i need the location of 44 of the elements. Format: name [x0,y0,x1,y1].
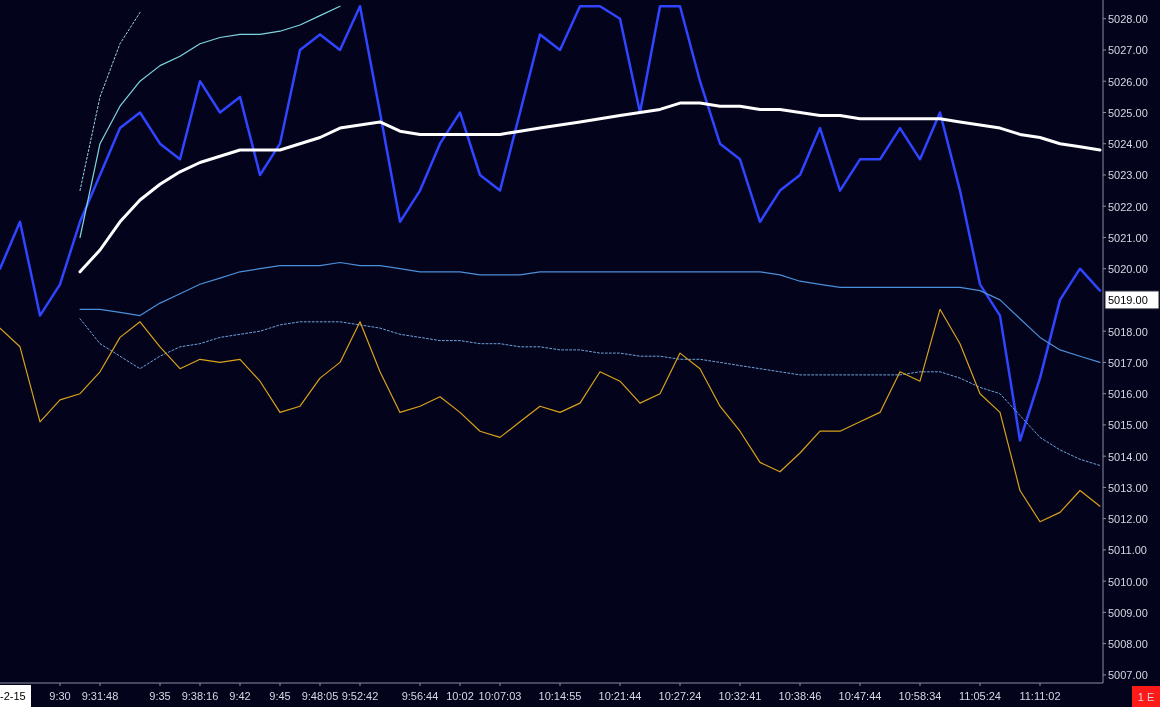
time-axis-label: 10:02 [446,690,474,702]
price-axis-label: 5011.00 [1108,544,1147,557]
price-axis-label: 5007.00 [1108,669,1148,682]
status-badge: 1 E [1132,686,1160,707]
date-label: -2-15 [0,685,31,707]
time-axis-label: 10:27:24 [658,690,702,702]
price-axis-label: 5025.00 [1108,107,1148,119]
time-axis-label: 9:45 [269,690,291,702]
price-axis-label: 5026.00 [1108,75,1148,88]
time-axis-label: 9:56:44 [401,690,439,702]
price-axis-label: 5016.00 [1108,388,1148,401]
time-axis-label: 9:31:48 [81,690,119,702]
price-axis-label: 5017.00 [1108,356,1148,369]
time-axis-label: 10:38:46 [778,690,822,702]
price-axis-label: 5027.00 [1108,44,1148,57]
price-axis-label: 5020.00 [1108,263,1148,276]
price-axis-label: 5014.00 [1108,450,1148,463]
price-axis-label: 5013.00 [1108,481,1148,494]
time-axis-label: 10:47:44 [838,690,882,702]
price-axis-label: 5021.00 [1108,231,1148,244]
time-axis-label: 11:05:24 [959,690,1001,702]
price-axis-label: 5018.00 [1108,325,1148,338]
time-axis-label: 10:14:55 [538,690,582,702]
time-axis-label: 9:42 [229,690,251,702]
time-axis-label: 10:07:03 [478,690,522,702]
time-axis-label: 9:48:05 [301,690,339,702]
price-axis-label: 5023.00 [1108,169,1148,182]
time-axis-label: 11:11:02 [1019,690,1061,702]
time-axis-label: 10:32:41 [718,690,762,702]
time-axis-label: 9:30 [49,690,71,702]
last-price-marker: 5019.00 [1104,290,1160,310]
price-axis-label: 5010.00 [1108,575,1148,588]
price-axis-label: 5022.00 [1108,200,1148,213]
price-axis-label: 5015.00 [1108,419,1148,432]
time-axis-label: 10:21:44 [598,690,642,702]
price-axis-label: 5012.00 [1108,513,1148,526]
time-axis-label: 10:58:34 [898,690,942,702]
time-axis-label: 9:38:16 [181,690,219,702]
time-axis-label: 9:35 [149,690,171,702]
price-axis-label: 5008.00 [1108,638,1148,651]
price-axis-label: 5009.00 [1108,606,1148,619]
time-axis-label: 9:52:42 [341,690,379,702]
price-axis-label: 5024.00 [1108,138,1148,151]
price-axis-label: 5028.00 [1108,13,1148,26]
